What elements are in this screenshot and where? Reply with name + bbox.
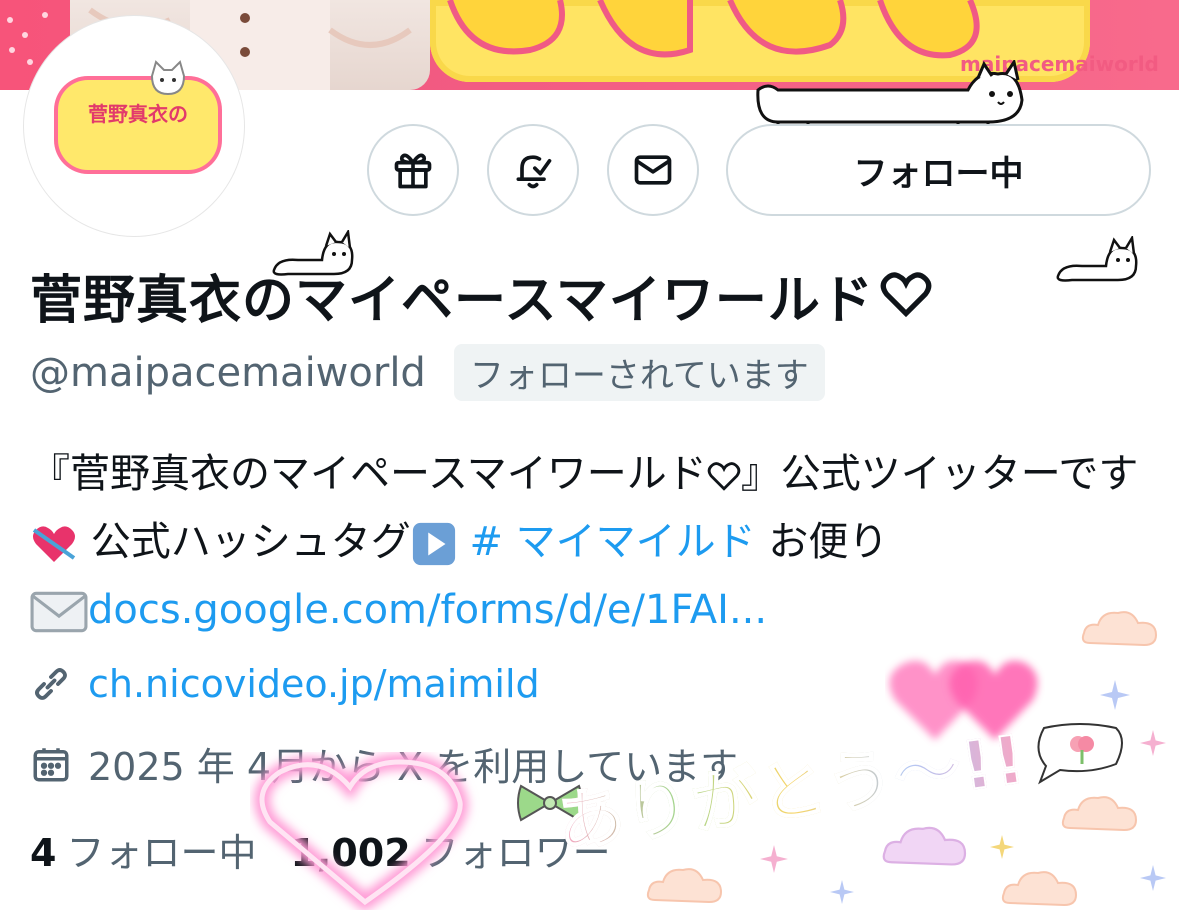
sparkle-sticker [1100, 680, 1130, 710]
hashtag-link[interactable]: # マイマイルド [469, 519, 755, 565]
heart-outline-icon [880, 272, 932, 318]
profile-handle: @maipacemaiworld [30, 349, 426, 396]
calendar-icon [33, 747, 69, 781]
cloud-sticker [1081, 611, 1158, 647]
avatar-text: 菅野真衣の [88, 102, 188, 126]
bio-text: 公式ハッシュタグ [78, 519, 411, 565]
bell-check-icon [516, 155, 552, 189]
sparkle-sticker [760, 845, 788, 873]
speech-bubble-flower-sticker [1037, 723, 1123, 785]
following-label: フォロー中 [66, 831, 257, 875]
gift-icon [394, 153, 432, 189]
glowing-heart-sticker [254, 753, 469, 910]
sparkle-sticker [1140, 730, 1166, 756]
profile-name-text: 菅野真衣のマイペースマイワールド [30, 271, 874, 331]
handle-row: @maipacemaiworld フォローされています [30, 344, 825, 401]
following-button[interactable]: フォロー中 [726, 124, 1151, 216]
bio-text: 『菅野真衣のマイペースマイワールド [30, 451, 707, 497]
cloud-sticker [646, 868, 723, 904]
link-icon [35, 668, 67, 700]
avatar-cat-icon [150, 60, 186, 96]
website-link[interactable]: ch.nicovideo.jp/maimild [88, 662, 540, 706]
cat-sticker [1056, 236, 1138, 282]
sparkle-sticker [990, 835, 1014, 859]
sparkle-sticker [1140, 865, 1166, 891]
cloud-sticker [1001, 871, 1078, 907]
website-row: ch.nicovideo.jp/maimild [30, 662, 540, 706]
envelope-emoji-icon [30, 591, 88, 633]
notifications-button[interactable] [487, 124, 579, 216]
sparkle-sticker [830, 880, 854, 904]
message-button[interactable] [607, 124, 699, 216]
profile-bio: 『菅野真衣のマイペースマイワールド 』公式ツイッターです 公式ハッシュタグ # マ… [30, 440, 1150, 644]
heart-arrow-emoji-icon [32, 526, 76, 562]
long-cat-sticker [756, 60, 1024, 130]
profile-name: 菅野真衣のマイペースマイワールド [30, 258, 932, 333]
mail-icon [634, 155, 672, 185]
cloud-sticker [882, 826, 967, 866]
play-button-emoji-icon [412, 522, 455, 566]
heart-outline-icon [707, 462, 741, 491]
bio-text: お便り [755, 519, 889, 565]
follows-you-badge: フォローされています [453, 344, 825, 401]
profile-avatar[interactable]: 菅野真衣の [24, 16, 244, 236]
following-count: 4 [30, 831, 57, 875]
cloud-sticker [1061, 796, 1138, 832]
bio-text: 』公式ツイッターです [740, 451, 1139, 497]
gift-button[interactable] [367, 124, 459, 216]
bio-link[interactable]: docs.google.com/forms/d/e/1FAI... [88, 587, 767, 633]
following-stat[interactable]: 4 フォロー中 [30, 822, 256, 877]
